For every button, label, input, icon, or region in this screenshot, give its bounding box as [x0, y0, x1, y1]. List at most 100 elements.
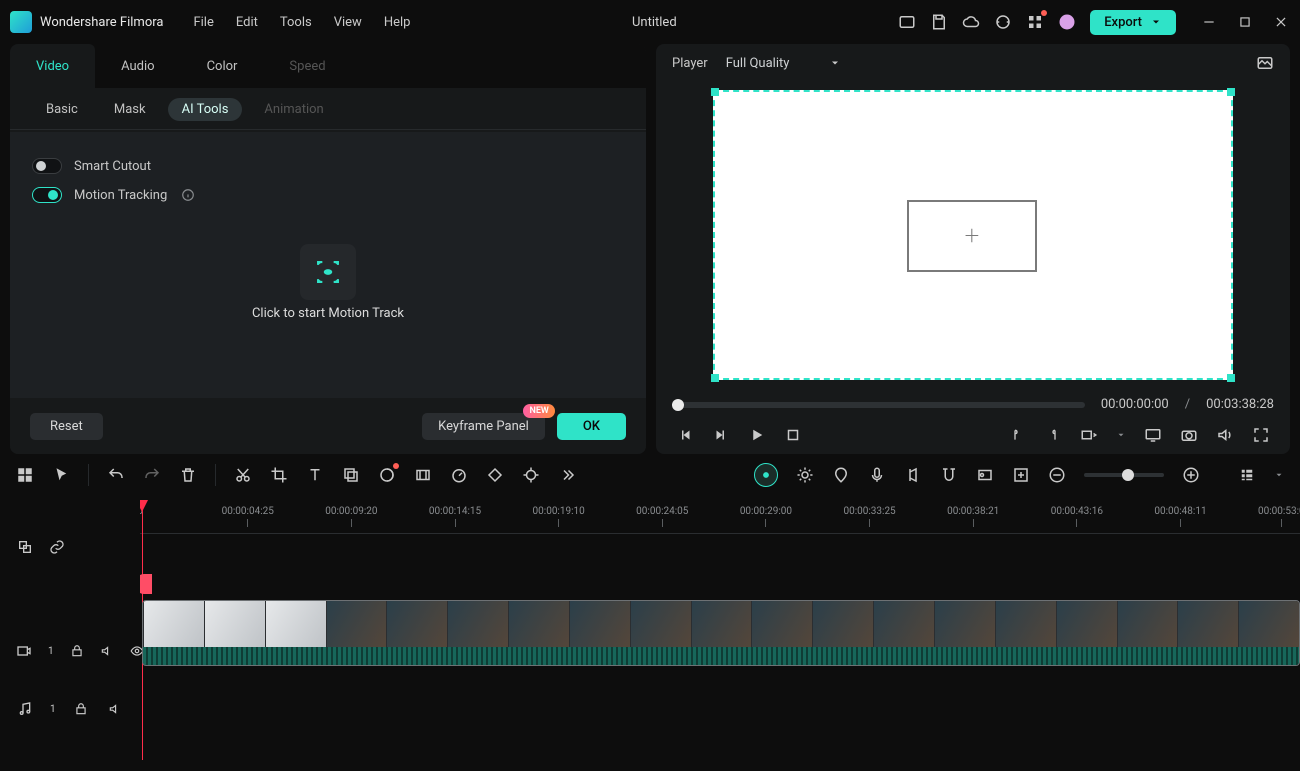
- smart-cutout-toggle[interactable]: [32, 158, 62, 174]
- menu-tools[interactable]: Tools: [280, 15, 312, 30]
- audio-track-area[interactable]: [140, 668, 1300, 726]
- display-icon[interactable]: [1144, 426, 1162, 444]
- in-point-marker[interactable]: [140, 574, 152, 594]
- zoom-in-icon[interactable]: [1182, 466, 1200, 484]
- prev-frame-icon[interactable]: [676, 426, 694, 444]
- ruler-tick: 00:00:53:0: [1258, 506, 1300, 527]
- timeline-ruler[interactable]: 00:0000:00:04:2500:00:09:2000:00:14:1500…: [140, 500, 1300, 534]
- tab-speed: Speed: [263, 44, 351, 88]
- render-icon[interactable]: [976, 466, 994, 484]
- effects-icon[interactable]: [414, 466, 432, 484]
- properties-panel: Video Audio Color Speed Basic Mask AI To…: [10, 44, 646, 454]
- motion-tracking-toggle[interactable]: [32, 187, 62, 203]
- text-icon[interactable]: [306, 466, 324, 484]
- duplicate-icon[interactable]: [16, 538, 34, 556]
- track-settings-icon[interactable]: [1238, 466, 1256, 484]
- ai-tools-controls: Smart Cutout Motion Tracking Click to st…: [10, 132, 646, 398]
- subtab-animation: Animation: [250, 98, 337, 121]
- mark-in-icon[interactable]: [1008, 426, 1026, 444]
- minimize-icon[interactable]: [1200, 13, 1218, 31]
- link-icon[interactable]: [48, 538, 66, 556]
- fullscreen-icon[interactable]: [1252, 426, 1270, 444]
- subtab-basic[interactable]: Basic: [32, 98, 92, 121]
- ai-badge-icon[interactable]: [754, 463, 778, 487]
- aspect-icon[interactable]: [1080, 426, 1098, 444]
- info-icon[interactable]: [179, 186, 197, 204]
- redo-icon[interactable]: [143, 466, 161, 484]
- mark-out-icon[interactable]: [1044, 426, 1062, 444]
- layout-icon[interactable]: [898, 13, 916, 31]
- stop-icon[interactable]: [784, 426, 802, 444]
- more-icon[interactable]: [558, 466, 576, 484]
- menu-edit[interactable]: Edit: [236, 15, 258, 30]
- close-icon[interactable]: [1272, 13, 1290, 31]
- reset-button[interactable]: Reset: [30, 413, 103, 440]
- avatar-icon[interactable]: [1058, 13, 1076, 31]
- delete-icon[interactable]: [179, 466, 197, 484]
- snap-icon[interactable]: [940, 466, 958, 484]
- tab-video[interactable]: Video: [10, 44, 95, 88]
- subtab-mask[interactable]: Mask: [100, 98, 160, 121]
- preview-canvas[interactable]: +: [713, 90, 1233, 380]
- ruler-tick: 00:00:19:10: [533, 506, 585, 527]
- undo-icon[interactable]: [107, 466, 125, 484]
- camera-icon[interactable]: [1180, 426, 1198, 444]
- timeline: 1 1 00:0000:00:04:2500:00:09:2000:00:14:…: [0, 500, 1300, 760]
- tab-audio[interactable]: Audio: [95, 44, 180, 88]
- smart-cutout-label: Smart Cutout: [74, 159, 151, 174]
- timeline-track-headers: 1 1: [0, 500, 140, 760]
- voiceover-icon[interactable]: [868, 466, 886, 484]
- mute-icon[interactable]: [100, 642, 114, 660]
- media-icon[interactable]: [16, 466, 34, 484]
- menu-file[interactable]: File: [193, 15, 213, 30]
- support-icon[interactable]: [994, 13, 1012, 31]
- speed-icon[interactable]: [450, 466, 468, 484]
- play-icon[interactable]: [748, 426, 766, 444]
- audio-lock-icon[interactable]: [72, 700, 90, 718]
- preview-viewport[interactable]: +: [672, 82, 1274, 387]
- maximize-icon[interactable]: [1236, 13, 1254, 31]
- chevron-down-icon[interactable]: [1116, 430, 1126, 440]
- zoom-out-icon[interactable]: [1048, 466, 1066, 484]
- add-track-icon[interactable]: [1012, 466, 1030, 484]
- subtab-ai-tools[interactable]: AI Tools: [168, 98, 243, 121]
- apps-icon[interactable]: [1026, 13, 1044, 31]
- notification-dot: [1041, 10, 1047, 16]
- quality-select[interactable]: Full Quality: [726, 56, 842, 71]
- keyframe-icon[interactable]: [486, 466, 504, 484]
- ruler-tick: 00:00:33:25: [843, 506, 895, 527]
- auto-enhance-icon[interactable]: [796, 466, 814, 484]
- crop-icon[interactable]: [270, 466, 288, 484]
- cloud-icon[interactable]: [962, 13, 980, 31]
- menu-help[interactable]: Help: [384, 15, 411, 30]
- main-menu: File Edit Tools View Help: [193, 15, 410, 30]
- next-frame-icon[interactable]: [712, 426, 730, 444]
- volume-icon[interactable]: [1216, 426, 1234, 444]
- ruler-tick: 00:00:48:11: [1154, 506, 1206, 527]
- audio-track-index: 1: [50, 704, 56, 715]
- motion-target-box[interactable]: +: [907, 200, 1037, 272]
- ok-button[interactable]: OK: [557, 413, 626, 440]
- snapshot-preview-icon[interactable]: [1256, 54, 1274, 72]
- current-time: 00:00:00:00: [1101, 397, 1169, 412]
- timeline-tracks-area[interactable]: 00:0000:00:04:2500:00:09:2000:00:14:1500…: [140, 500, 1300, 760]
- start-motion-track-button[interactable]: [300, 244, 356, 300]
- lock-icon[interactable]: [70, 642, 84, 660]
- audio-mute-icon[interactable]: [106, 700, 124, 718]
- video-clip[interactable]: [142, 600, 1300, 666]
- pointer-icon[interactable]: [52, 466, 70, 484]
- chroma-icon[interactable]: [522, 466, 540, 484]
- track-settings-chevron-icon[interactable]: [1274, 470, 1284, 480]
- color-icon[interactable]: [378, 466, 396, 484]
- export-button[interactable]: Export: [1090, 10, 1176, 35]
- copy-icon[interactable]: [342, 466, 360, 484]
- zoom-slider[interactable]: [1084, 473, 1164, 477]
- cut-icon[interactable]: [234, 466, 252, 484]
- marker-icon[interactable]: [832, 466, 850, 484]
- save-icon[interactable]: [930, 13, 948, 31]
- audio-mixer-icon[interactable]: [904, 466, 922, 484]
- keyframe-panel-button[interactable]: Keyframe Panel NEW: [422, 413, 545, 440]
- playback-scrubber[interactable]: [672, 402, 1085, 408]
- menu-view[interactable]: View: [334, 15, 362, 30]
- tab-color[interactable]: Color: [181, 44, 264, 88]
